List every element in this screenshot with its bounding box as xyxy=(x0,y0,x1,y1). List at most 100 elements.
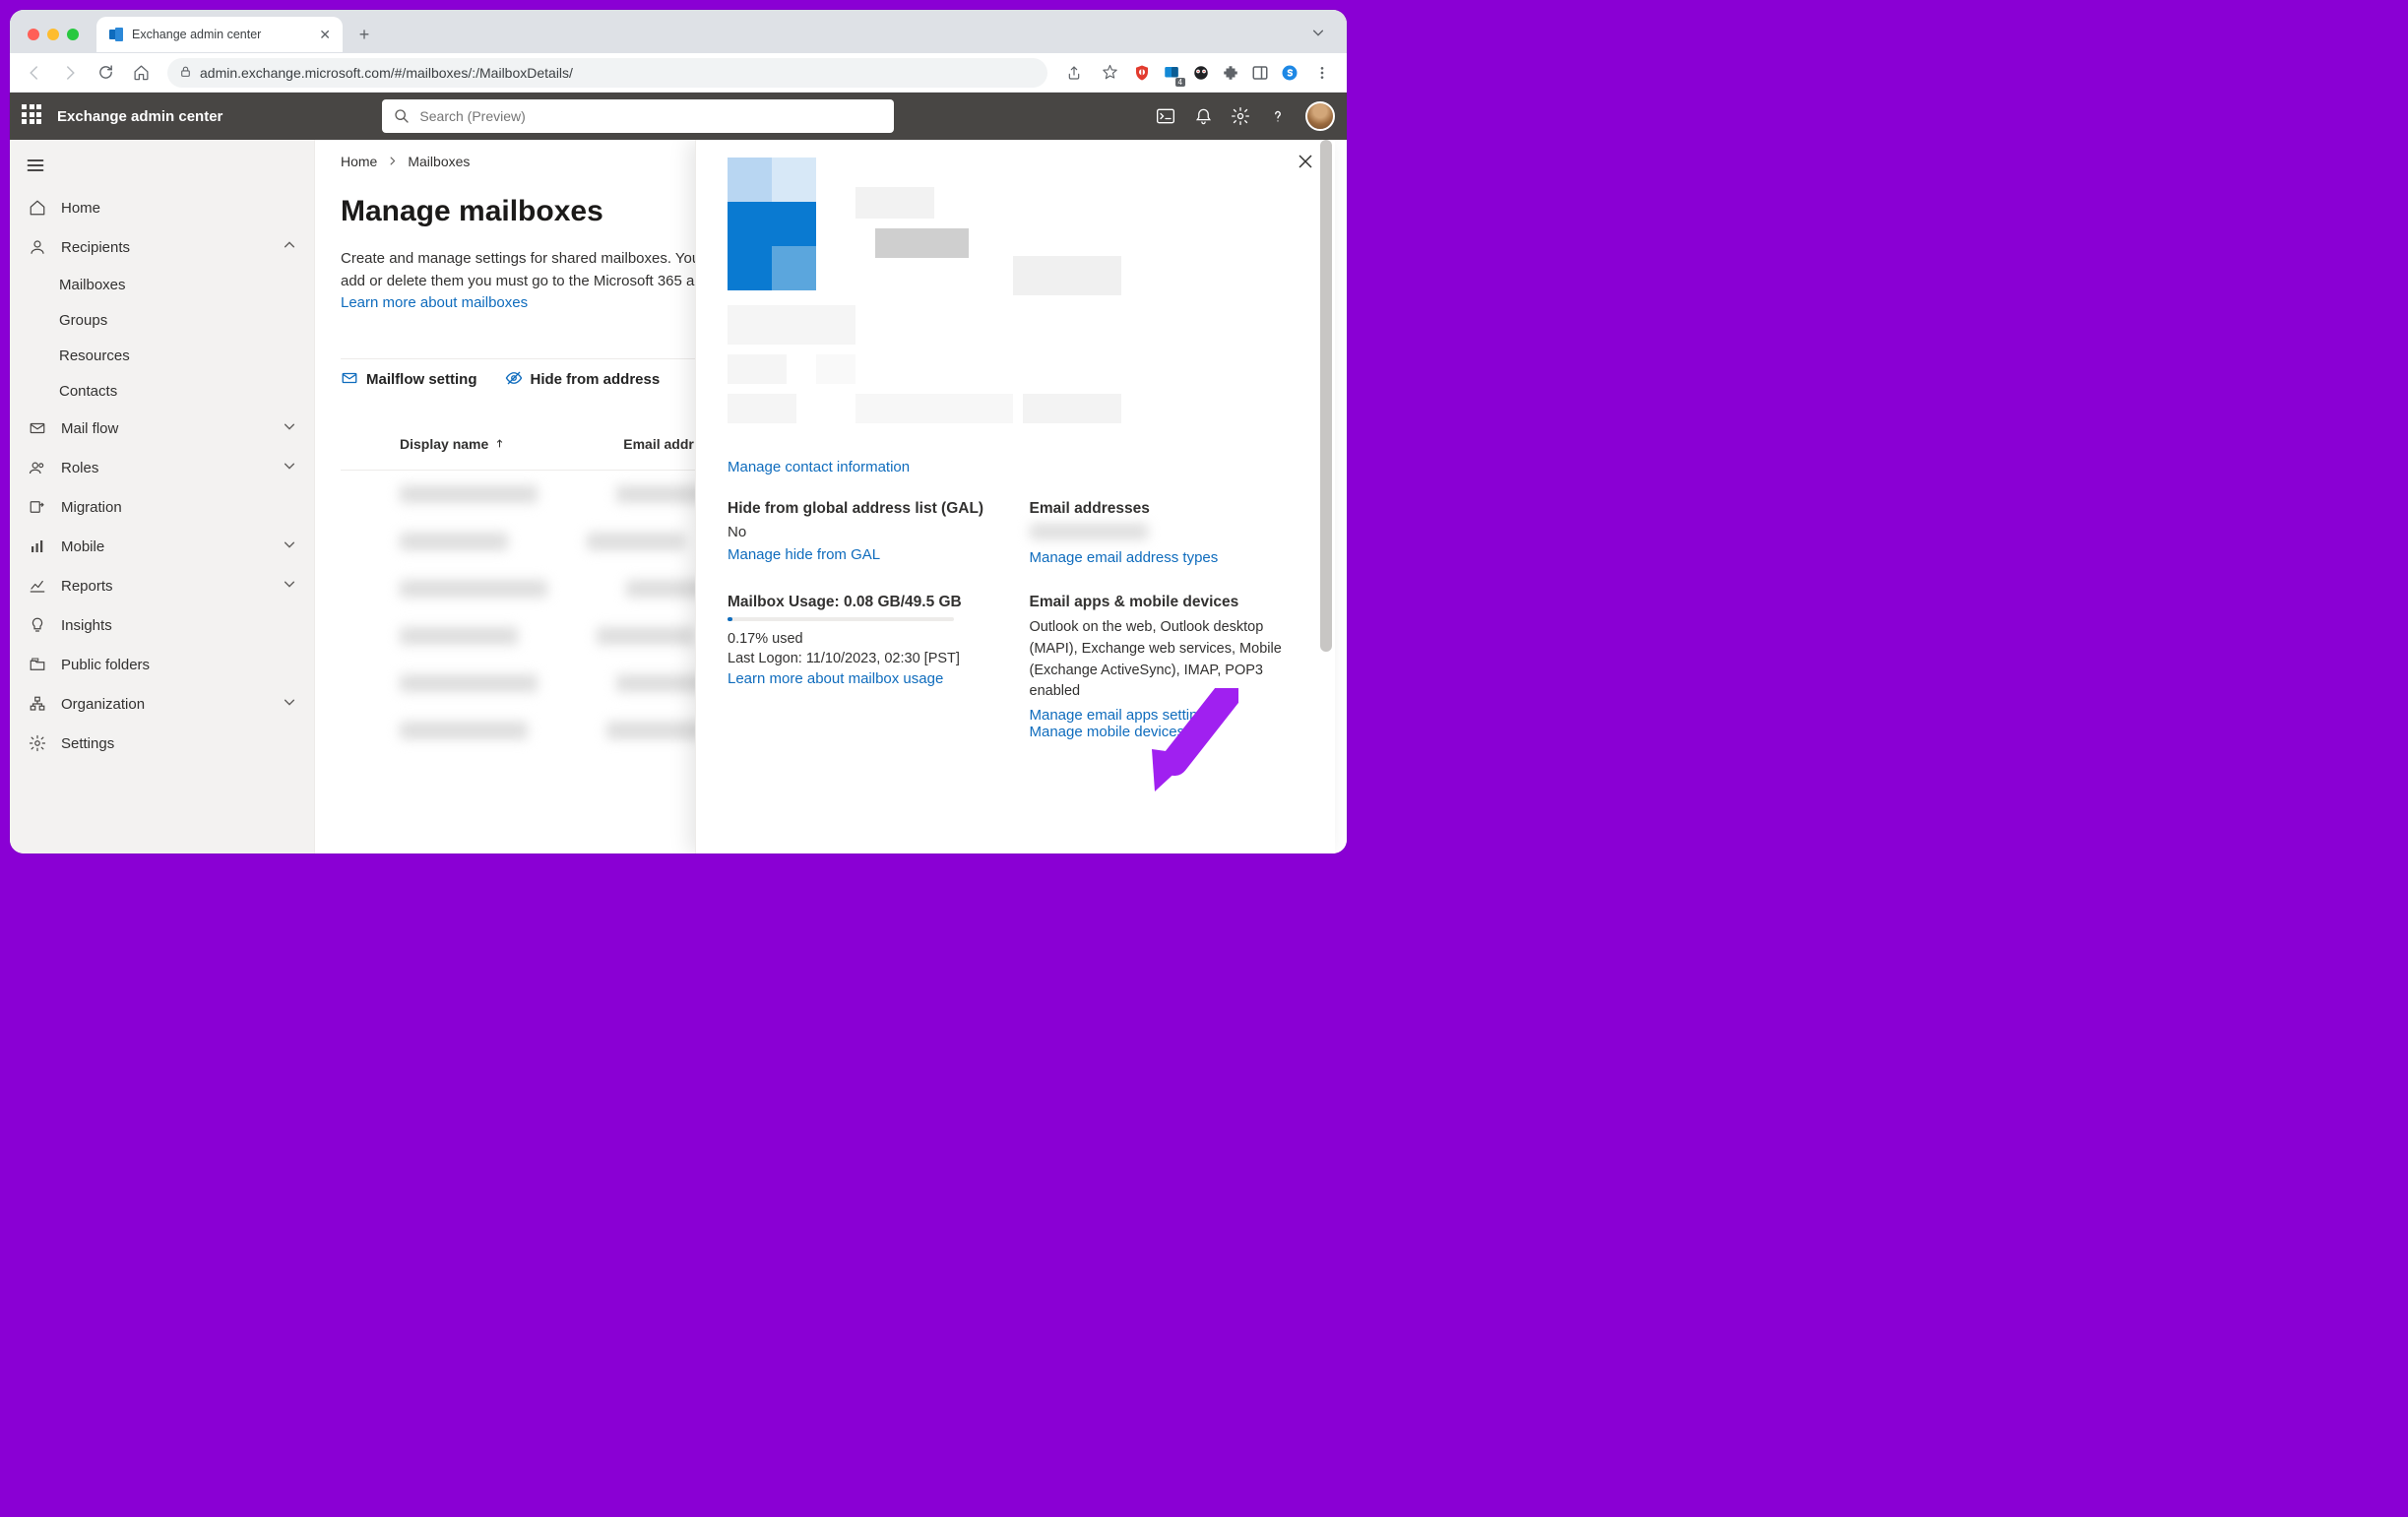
search-input[interactable] xyxy=(419,108,882,124)
extension-ublock-icon[interactable] xyxy=(1130,61,1154,85)
manage-address-types-link[interactable]: Manage email address types xyxy=(1030,549,1219,566)
sidebar-item-label: Public folders xyxy=(61,657,150,673)
chevron-down-icon xyxy=(283,537,296,555)
sidebar-item-roles[interactable]: Roles xyxy=(10,448,314,487)
new-tab-button[interactable]: + xyxy=(350,21,378,48)
migration-icon xyxy=(28,497,47,517)
extension-sidebar-icon[interactable] xyxy=(1248,61,1272,85)
chevron-down-icon xyxy=(283,577,296,595)
help-icon[interactable] xyxy=(1268,106,1288,126)
sidebar-item-recipients[interactable]: Recipients xyxy=(10,227,314,267)
manage-contact-link[interactable]: Manage contact information xyxy=(728,459,910,475)
close-flyout-button[interactable] xyxy=(1298,154,1313,174)
gal-label: Hide from global address list (GAL) xyxy=(728,500,1006,518)
field-mailbox-usage: Mailbox Usage: 0.08 GB/49.5 GB 0.17% use… xyxy=(728,594,1006,740)
sidebar-item-label: Home xyxy=(61,200,100,217)
shell-console-icon[interactable] xyxy=(1156,106,1175,126)
sidebar-item-organization[interactable]: Organization xyxy=(10,684,314,724)
bookmark-icon[interactable] xyxy=(1095,58,1124,88)
usage-progress-bar xyxy=(728,617,954,621)
close-tab-icon[interactable]: ✕ xyxy=(319,27,331,43)
sidebar-sub-mailboxes[interactable]: Mailboxes xyxy=(10,267,314,302)
mailflow-icon xyxy=(341,369,358,391)
sidebar: Home Recipients Mailboxes Groups Resourc… xyxy=(10,140,315,853)
sidebar-item-home[interactable]: Home xyxy=(10,188,314,227)
maximize-window-button[interactable] xyxy=(67,29,79,40)
sidebar-item-settings[interactable]: Settings xyxy=(10,724,314,763)
apps-label: Email apps & mobile devices xyxy=(1030,594,1308,611)
usage-percent: 0.17% used xyxy=(728,631,1006,647)
flyout-scrollbar[interactable] xyxy=(1320,140,1332,853)
address-bar[interactable]: admin.exchange.microsoft.com/#/mailboxes… xyxy=(167,58,1047,88)
back-button[interactable] xyxy=(20,58,49,88)
hide-from-address-button[interactable]: Hide from address xyxy=(505,369,661,391)
share-icon[interactable] xyxy=(1059,58,1089,88)
sidebar-item-label: Reports xyxy=(61,578,113,595)
exchange-favicon-icon xyxy=(108,27,124,42)
sidebar-item-reports[interactable]: Reports xyxy=(10,566,314,605)
chevron-down-icon xyxy=(283,459,296,476)
sidebar-item-label: Mail flow xyxy=(61,420,118,437)
sidebar-item-public-folders[interactable]: Public folders xyxy=(10,645,314,684)
org-icon xyxy=(28,694,47,714)
manage-email-apps-link[interactable]: Manage email apps settings xyxy=(1030,707,1214,724)
extension-s-icon[interactable] xyxy=(1278,61,1301,85)
redacted-user-header xyxy=(728,158,1121,453)
close-window-button[interactable] xyxy=(28,29,39,40)
sidebar-item-mobile[interactable]: Mobile xyxy=(10,527,314,566)
eye-hide-icon xyxy=(505,369,523,391)
manage-mobile-devices-link[interactable]: Manage mobile devices xyxy=(1030,724,1185,740)
extension-devtools-icon[interactable]: 4 xyxy=(1160,61,1183,85)
tab-strip: Exchange admin center ✕ + xyxy=(10,10,1347,53)
breadcrumb-home[interactable]: Home xyxy=(341,154,377,169)
home-button[interactable] xyxy=(126,58,156,88)
sort-asc-icon xyxy=(494,436,505,452)
sidebar-toggle-icon[interactable] xyxy=(10,148,314,188)
app-body: Home Recipients Mailboxes Groups Resourc… xyxy=(10,140,1347,853)
browser-tab[interactable]: Exchange admin center ✕ xyxy=(96,17,343,52)
search-box[interactable] xyxy=(382,99,894,133)
lock-icon xyxy=(179,65,192,81)
column-email-address[interactable]: Email addr xyxy=(623,436,694,452)
search-icon xyxy=(394,108,410,124)
gear-icon xyxy=(28,733,47,753)
extension-gamepad-icon[interactable] xyxy=(1189,61,1213,85)
sidebar-item-migration[interactable]: Migration xyxy=(10,487,314,527)
column-display-name[interactable]: Display name xyxy=(400,436,505,452)
learn-more-usage-link[interactable]: Learn more about mailbox usage xyxy=(728,670,943,687)
app-launcher-icon[interactable] xyxy=(22,104,45,128)
sidebar-sub-resources[interactable]: Resources xyxy=(10,338,314,373)
sidebar-item-label: Settings xyxy=(61,735,114,752)
browser-menu-icon[interactable] xyxy=(1307,58,1337,88)
sidebar-item-label: Migration xyxy=(61,499,122,516)
sidebar-sub-groups[interactable]: Groups xyxy=(10,302,314,338)
sidebar-item-mailflow[interactable]: Mail flow xyxy=(10,409,314,448)
tabs-dropdown-icon[interactable] xyxy=(1301,20,1335,50)
notifications-icon[interactable] xyxy=(1193,106,1213,126)
forward-button[interactable] xyxy=(55,58,85,88)
field-gal: Hide from global address list (GAL) No M… xyxy=(728,500,1006,566)
sidebar-sub-contacts[interactable]: Contacts xyxy=(10,373,314,409)
sidebar-item-label: Roles xyxy=(61,460,98,476)
line-chart-icon xyxy=(28,576,47,596)
extensions-icon[interactable] xyxy=(1219,61,1242,85)
addresses-label: Email addresses xyxy=(1030,500,1308,518)
folder-icon xyxy=(28,655,47,674)
user-avatar[interactable] xyxy=(1305,101,1335,131)
field-email-addresses: Email addresses Manage email address typ… xyxy=(1030,500,1308,566)
settings-gear-icon[interactable] xyxy=(1231,106,1250,126)
sidebar-item-label: Recipients xyxy=(61,239,130,256)
mailflow-setting-button[interactable]: Mailflow setting xyxy=(341,369,477,391)
manage-gal-link[interactable]: Manage hide from GAL xyxy=(728,546,880,563)
learn-more-link[interactable]: Learn more about mailboxes xyxy=(341,292,528,315)
apps-text: Outlook on the web, Outlook desktop (MAP… xyxy=(1030,617,1308,703)
reload-button[interactable] xyxy=(91,58,120,88)
sidebar-item-insights[interactable]: Insights xyxy=(10,605,314,645)
app-title: Exchange admin center xyxy=(57,108,222,125)
breadcrumb-current: Mailboxes xyxy=(408,154,470,169)
roles-icon xyxy=(28,458,47,477)
mail-icon xyxy=(28,418,47,438)
tab-title: Exchange admin center xyxy=(132,28,261,41)
minimize-window-button[interactable] xyxy=(47,29,59,40)
mailbox-details-flyout: Manage contact information Hide from glo… xyxy=(695,140,1335,853)
